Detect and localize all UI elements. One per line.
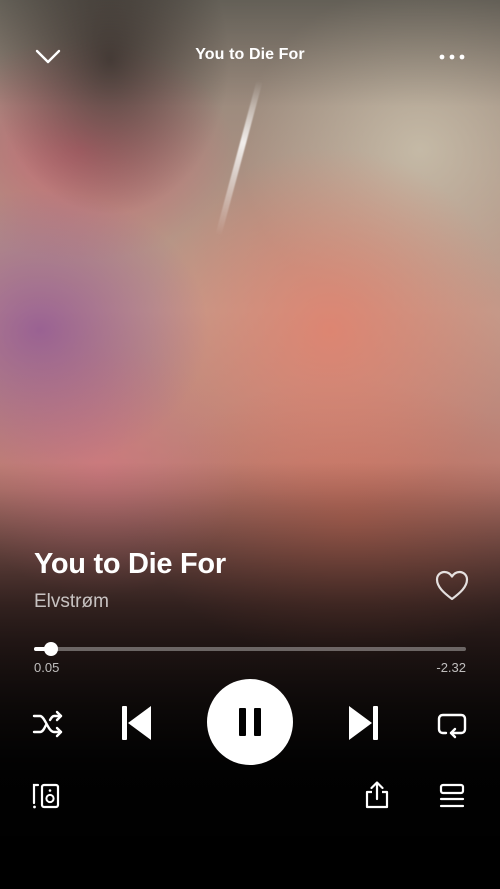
chevron-down-icon xyxy=(35,49,61,64)
pause-icon xyxy=(239,708,261,736)
repeat-button[interactable] xyxy=(434,706,470,742)
player-header: You to Die For xyxy=(0,0,500,112)
remaining-time: -2.32 xyxy=(436,660,466,675)
collapse-button[interactable] xyxy=(30,40,66,74)
queue-button[interactable] xyxy=(436,780,468,812)
heart-outline-icon xyxy=(435,570,469,601)
pause-button[interactable] xyxy=(207,679,293,765)
like-button[interactable] xyxy=(434,568,470,604)
repeat-icon xyxy=(437,713,467,739)
skip-next-icon xyxy=(349,706,378,740)
share-button[interactable] xyxy=(360,778,394,812)
skip-previous-icon xyxy=(122,706,151,740)
queue-icon xyxy=(439,783,465,808)
progress-bar[interactable] xyxy=(34,642,466,656)
connect-device-icon xyxy=(32,783,60,809)
share-icon xyxy=(365,781,389,809)
more-horizontal-icon xyxy=(439,54,465,60)
shuffle-button[interactable] xyxy=(30,706,66,742)
next-button[interactable] xyxy=(344,702,384,744)
previous-button[interactable] xyxy=(116,702,156,744)
track-title: You to Die For xyxy=(34,548,226,580)
connect-devices-button[interactable] xyxy=(30,780,62,812)
more-options-button[interactable] xyxy=(434,40,470,74)
artist-name[interactable]: Elvstrøm xyxy=(34,591,109,613)
shuffle-icon xyxy=(32,710,63,738)
header-title: You to Die For xyxy=(195,46,305,63)
elapsed-time: 0.05 xyxy=(34,660,60,675)
